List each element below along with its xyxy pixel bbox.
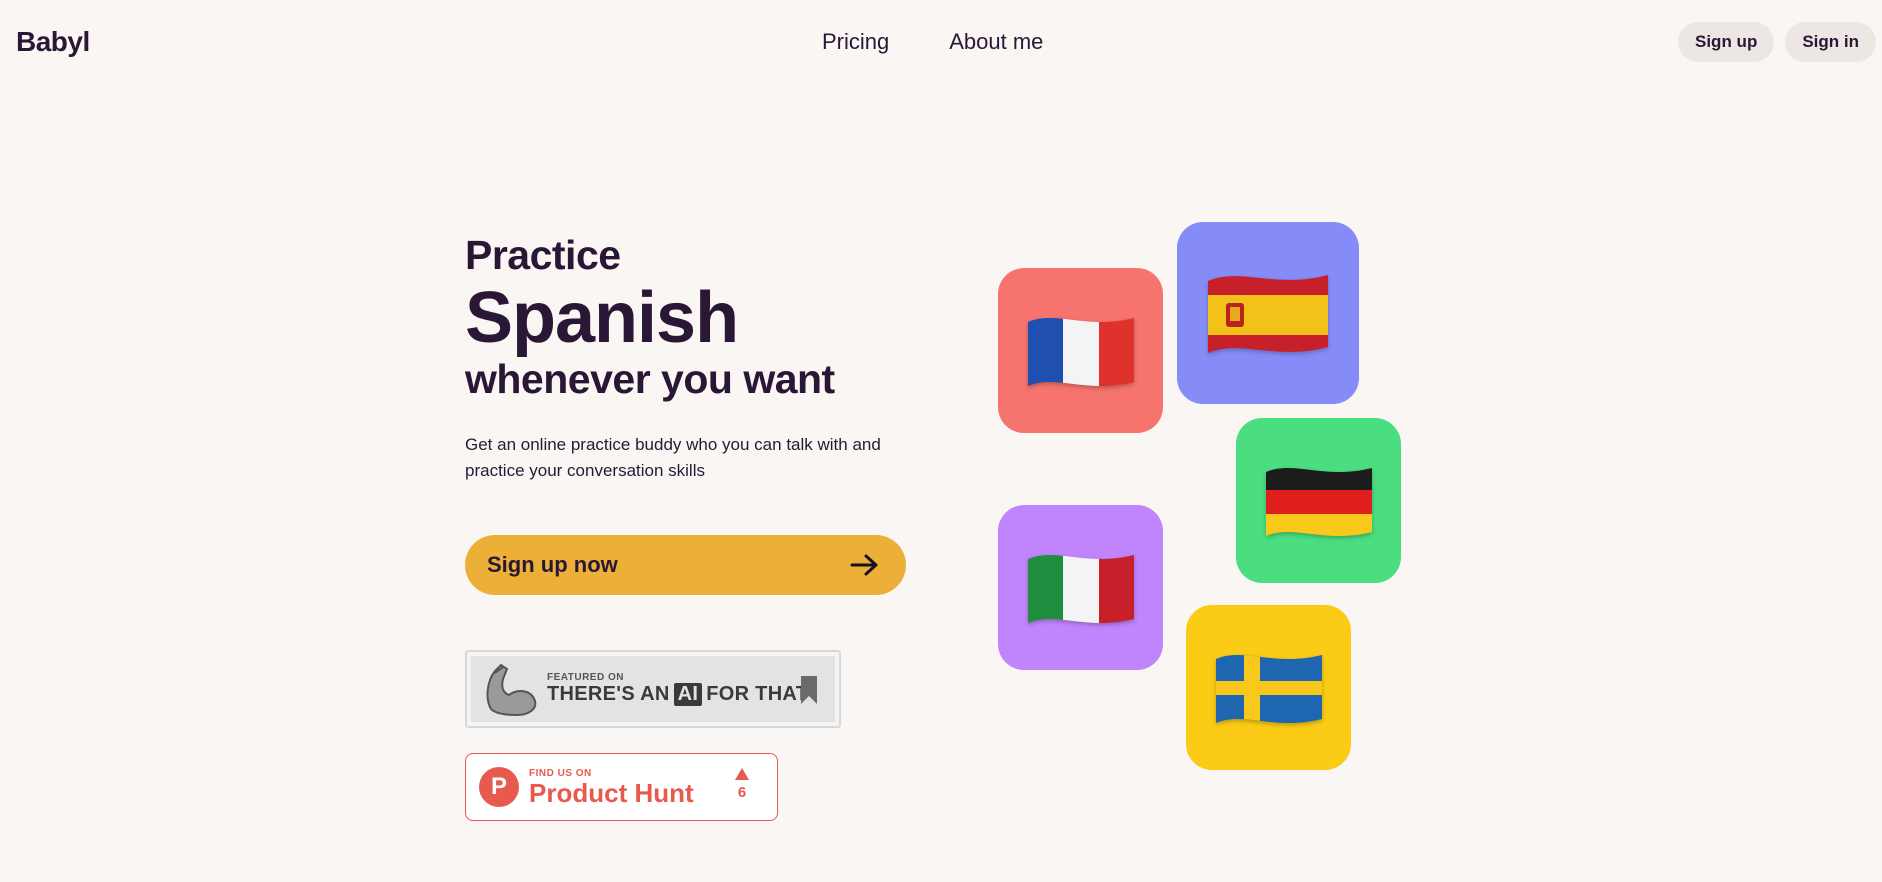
france-flag-icon (1027, 317, 1134, 386)
flag-tile-spain[interactable] (1177, 222, 1359, 404)
flag-tile-france[interactable] (998, 268, 1163, 433)
cta-label: Sign up now (487, 552, 618, 577)
hero-section: Practice Spanish whenever you want Get a… (465, 232, 935, 484)
product-hunt-badge[interactable]: P FIND US ON Product Hunt 6 (465, 753, 778, 821)
bookmark-icon (801, 676, 817, 704)
sweden-flag-icon (1215, 654, 1322, 723)
sign-up-button[interactable]: Sign up (1678, 22, 1775, 62)
main-nav: Pricing About me (822, 29, 1043, 55)
aift-title-post: FOR THAT (706, 683, 809, 705)
nav-pricing-link[interactable]: Pricing (822, 29, 889, 55)
spain-flag-icon (1208, 275, 1328, 353)
nav-about-link[interactable]: About me (949, 29, 1043, 55)
hero-heading-line1: Practice (465, 232, 621, 278)
bicep-icon (486, 663, 537, 717)
flag-tile-germany[interactable] (1236, 418, 1401, 583)
sign-in-button[interactable]: Sign in (1785, 22, 1876, 62)
sign-up-now-button[interactable]: Sign up now (465, 535, 906, 595)
italy-flag-icon (1027, 554, 1134, 623)
hero-language: Spanish (465, 278, 739, 358)
logo[interactable]: Babyl (16, 26, 90, 58)
aift-title-ai: AI (673, 683, 703, 706)
ph-vote-count: 6 (737, 784, 747, 801)
germany-flag-icon (1265, 467, 1372, 536)
product-hunt-logo-icon: P (479, 767, 519, 807)
aift-title-pre: THERE'S AN (547, 683, 670, 705)
ph-find-us-label: FIND US ON (529, 767, 592, 779)
hero-subtitle: Get an online practice buddy who you can… (465, 435, 881, 480)
hero-heading-line3: whenever you want (465, 356, 835, 402)
flag-tile-sweden[interactable] (1186, 605, 1351, 770)
ph-upvote: 6 (735, 768, 749, 801)
theres-an-ai-for-that-badge[interactable]: FEATURED ON THERE'S AN AI FOR THAT (465, 650, 841, 728)
upvote-triangle-icon (735, 768, 749, 780)
auth-buttons: Sign up Sign in (1678, 22, 1876, 62)
aift-featured-label: FEATURED ON (547, 672, 624, 683)
ph-title: Product Hunt (529, 777, 694, 808)
arrow-right-icon (850, 554, 878, 576)
flag-tile-italy[interactable] (998, 505, 1163, 670)
